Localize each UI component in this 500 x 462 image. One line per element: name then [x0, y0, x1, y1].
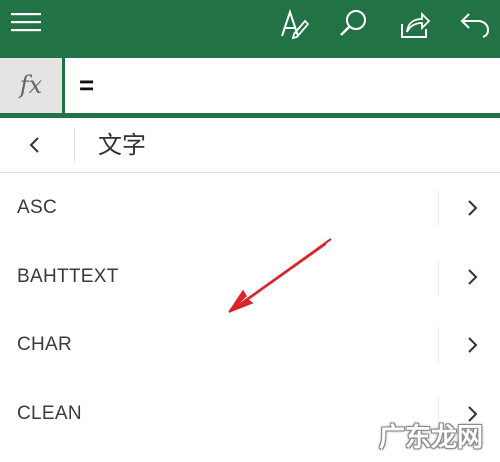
function-name: CHAR	[17, 334, 73, 355]
undo-button[interactable]	[448, 0, 500, 52]
watermark-text: 广东龙网	[378, 423, 483, 453]
row-divider	[438, 258, 439, 295]
row-divider	[438, 190, 439, 226]
share-button[interactable]	[388, 0, 440, 52]
chevron-left-icon	[29, 137, 39, 153]
function-category-header: 文字	[0, 118, 500, 173]
formula-bar: fx =	[0, 52, 500, 118]
function-name: CLEAN	[17, 402, 82, 424]
back-button[interactable]	[14, 128, 54, 162]
draw-button[interactable]	[268, 0, 320, 52]
undo-icon	[460, 13, 490, 38]
function-list: ASC BAHTTEXT CHAR CLEAN	[0, 174, 500, 448]
fx-label: fx	[19, 71, 43, 99]
watermark: 广东龙网	[366, 420, 496, 456]
header-divider	[74, 128, 75, 162]
chevron-right-icon	[468, 200, 478, 216]
function-item-bahttext[interactable]: BAHTTEXT	[0, 243, 500, 312]
function-name: BAHTTEXT	[17, 265, 119, 287]
details-button[interactable]	[460, 196, 484, 220]
details-button[interactable]	[460, 265, 484, 289]
top-toolbar	[0, 0, 500, 52]
function-item-asc[interactable]: ASC	[0, 174, 500, 243]
search-button[interactable]	[328, 0, 380, 52]
share-icon	[401, 11, 431, 38]
chevron-right-icon	[468, 268, 478, 285]
draw-pen-icon	[281, 8, 310, 40]
hamburger-menu-icon	[11, 13, 41, 32]
insert-function-button[interactable]: fx	[0, 58, 62, 113]
row-divider	[438, 327, 439, 363]
category-title: 文字	[98, 131, 146, 159]
search-icon	[340, 10, 366, 36]
formula-input[interactable]: =	[65, 58, 500, 113]
function-name: ASC	[17, 197, 57, 218]
chevron-right-icon	[468, 337, 478, 353]
details-button[interactable]	[460, 333, 484, 357]
function-item-char[interactable]: CHAR	[0, 311, 500, 380]
menu-button[interactable]	[0, 0, 52, 52]
